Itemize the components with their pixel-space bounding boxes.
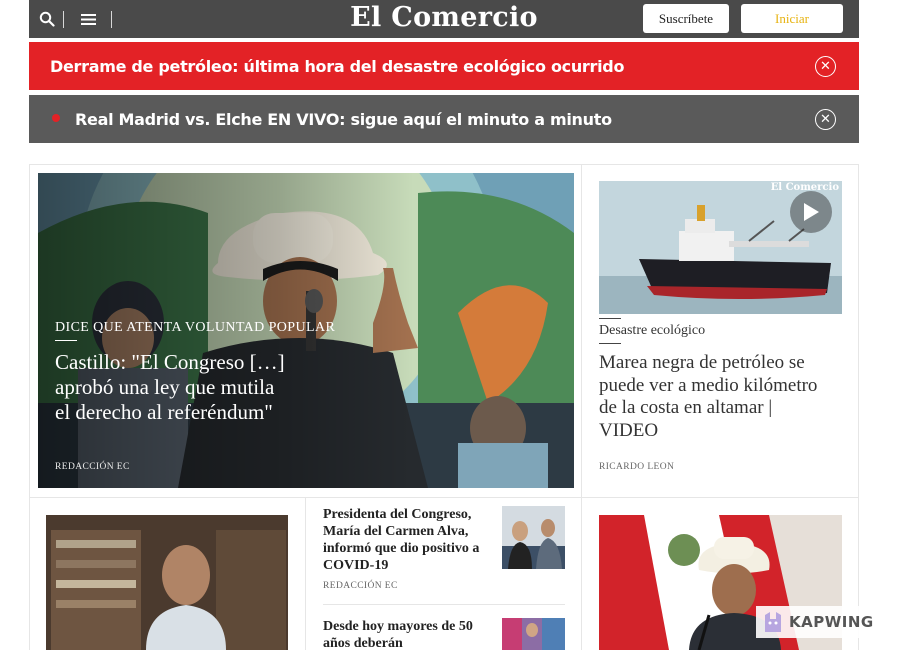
- menu-icon[interactable]: [78, 9, 98, 29]
- side-story-kicker[interactable]: Desastre ecológico: [599, 323, 705, 339]
- close-icon[interactable]: ✕: [815, 109, 836, 130]
- live-dot-icon: [52, 114, 60, 122]
- grid-divider: [29, 497, 859, 498]
- grid-divider: [581, 497, 582, 650]
- site-logo[interactable]: El Comercio: [29, 2, 859, 33]
- side-story-image[interactable]: El Comercio: [599, 181, 842, 314]
- close-icon[interactable]: ✕: [815, 56, 836, 77]
- story-thumbnail[interactable]: [502, 618, 565, 650]
- breaking-news-text[interactable]: Derrame de petróleo: última hora del des…: [50, 57, 624, 76]
- live-news-text[interactable]: Real Madrid vs. Elche EN VIVO: sigue aqu…: [75, 110, 612, 129]
- story-title[interactable]: Desde hoy mayores de 50 años deberán: [323, 618, 495, 650]
- kapwing-logo-icon: [765, 612, 781, 632]
- kicker-divider: [599, 318, 621, 319]
- side-story-author: RICARDO LEON: [599, 462, 675, 472]
- story-thumbnail[interactable]: [502, 506, 565, 569]
- kicker-divider: [599, 343, 621, 344]
- list-divider: [323, 604, 565, 605]
- breaking-news-banner[interactable]: Derrame de petróleo: última hora del des…: [29, 42, 859, 90]
- site-header: El Comercio Suscríbete Iniciar: [29, 0, 859, 38]
- kicker-divider: [55, 340, 77, 341]
- bottom-left-story-image[interactable]: [46, 515, 288, 650]
- play-icon[interactable]: [790, 191, 832, 233]
- header-divider: [111, 11, 112, 28]
- grid-divider: [305, 497, 306, 650]
- story-author: REDACCIÓN EC: [323, 581, 398, 591]
- subscribe-button[interactable]: Suscríbete: [643, 4, 729, 33]
- main-story-kicker[interactable]: DICE QUE ATENTA VOLUNTAD POPULAR: [55, 320, 335, 336]
- live-news-banner[interactable]: Real Madrid vs. Elche EN VIVO: sigue aqu…: [29, 95, 859, 143]
- kapwing-label: KAPWING: [789, 613, 874, 631]
- search-icon[interactable]: [37, 9, 57, 29]
- header-divider: [63, 11, 64, 28]
- kapwing-watermark: KAPWING: [756, 606, 884, 638]
- login-button[interactable]: Iniciar: [741, 4, 843, 33]
- story-title[interactable]: Presidenta del Congreso, María del Carme…: [323, 506, 495, 574]
- grid-divider: [581, 164, 582, 497]
- side-story-title[interactable]: Marea negra de petróleo se puede ver a m…: [599, 352, 829, 442]
- main-story-author: REDACCIÓN EC: [55, 462, 130, 472]
- main-story-title[interactable]: Castillo: "El Congreso […] aprobó una le…: [55, 350, 285, 425]
